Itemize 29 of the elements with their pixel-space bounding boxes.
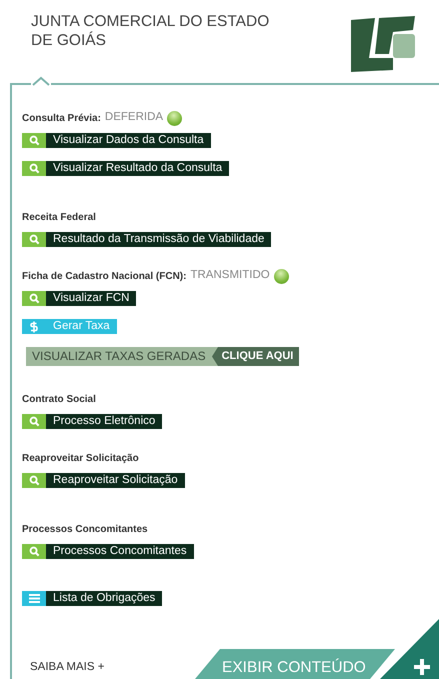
status-text: DEFERIDA [104, 110, 164, 126]
search-icon [28, 416, 40, 427]
search-icon [28, 293, 40, 304]
action-button[interactable]: Resultado da Transmissão de Viabilidade [22, 232, 272, 247]
section-title: Ficha de Cadastro Nacional (FCN): [22, 270, 186, 284]
search-icon [28, 475, 40, 486]
page-title: JUNTA COMERCIAL DO ESTADO DE GOIÁS [31, 12, 270, 50]
banner-label: VISUALIZAR TAXAS GERADAS [26, 347, 212, 366]
action-button[interactable]: Processo Eletrônico [22, 414, 162, 429]
action-button[interactable]: Lista de Obrigações [22, 591, 162, 606]
status-text: TRANSMITIDO [190, 268, 270, 284]
plus-icon [414, 659, 430, 675]
section-title: Processos Concomitantes [22, 522, 148, 536]
search-icon [28, 546, 40, 557]
search-icon [28, 163, 40, 174]
dollar-icon [30, 320, 38, 332]
action-button[interactable]: Visualizar FCN [22, 291, 136, 306]
list-icon [28, 594, 40, 603]
search-icon [28, 234, 40, 245]
saiba-mais-link[interactable]: SAIBA MAIS + [30, 658, 104, 676]
section-title: Consulta Prévia: [22, 112, 101, 126]
section-title: Receita Federal [22, 210, 96, 224]
action-button[interactable]: Visualizar Resultado da Consulta [22, 161, 230, 176]
action-button[interactable]: Processos Concomitantes [22, 544, 194, 559]
section-title: Contrato Social [22, 392, 96, 406]
action-button[interactable]: Reaproveitar Solicitação [22, 473, 185, 488]
search-icon [28, 135, 40, 146]
action-button[interactable]: Visualizar Dados da Consulta [22, 133, 211, 148]
section-title: Reaproveitar Solicitação [22, 452, 139, 466]
